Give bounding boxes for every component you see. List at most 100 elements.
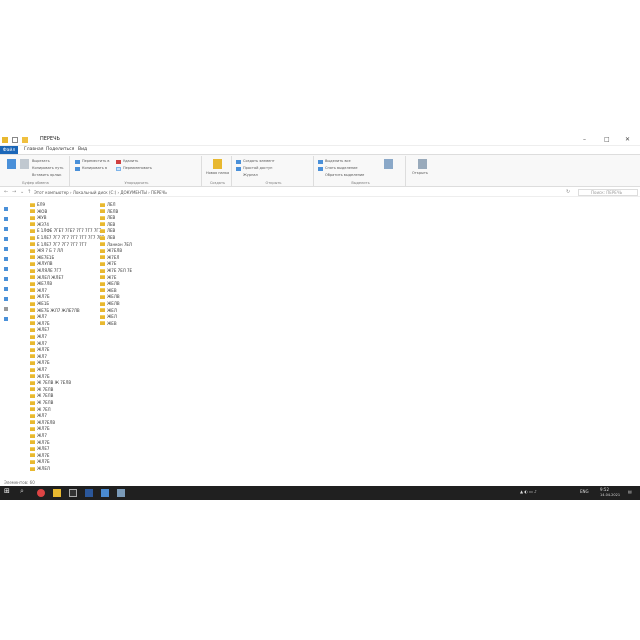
open-icon[interactable] <box>418 159 427 169</box>
app-icon[interactable] <box>101 489 109 497</box>
select-all-button[interactable]: Выделить все <box>325 159 351 163</box>
clock-date[interactable]: 14.04.2021 <box>600 493 620 497</box>
maximize-button[interactable]: □ <box>604 136 610 143</box>
minimize-button[interactable]: – <box>583 136 586 143</box>
tab-share[interactable]: Поделиться <box>46 147 74 152</box>
folder-name: ЛЕЛ <box>107 202 116 207</box>
delete-icon[interactable] <box>116 160 121 164</box>
notification-icon[interactable]: ▤ <box>628 489 632 494</box>
folder-icon <box>30 288 35 293</box>
rename-button[interactable]: Переименовать <box>123 166 152 170</box>
select-none-button[interactable]: Снять выделение <box>325 166 358 170</box>
folder-name: Ж7ЕЛВ <box>107 248 123 254</box>
folder-icon <box>30 255 35 260</box>
select-none-icon[interactable] <box>318 167 323 171</box>
select-all-icon[interactable] <box>318 160 323 164</box>
folder-icon <box>100 202 105 207</box>
copy-to-icon[interactable] <box>75 167 80 171</box>
copy-to-button[interactable]: Копировать в <box>82 166 107 170</box>
invert-selection-button[interactable]: Обратить выделение <box>325 173 364 177</box>
folder-name: ЖЛЯЛЕ 7Г7 <box>37 268 62 273</box>
folder-name: ЛЕЛВ <box>107 208 119 214</box>
nav-pictures[interactable] <box>4 266 10 271</box>
rename-icon[interactable] <box>116 167 121 171</box>
easy-access-button[interactable]: Простой доступ <box>243 166 272 170</box>
new-folder-button[interactable]: Новая папка <box>206 171 229 175</box>
open-button[interactable]: Открыть <box>412 171 428 175</box>
pin-icon[interactable] <box>7 159 16 169</box>
breadcrumb[interactable]: Этот компьютер › Локальный диск (C:) › Д… <box>34 190 167 195</box>
folder-icon <box>30 341 35 346</box>
recent-icon[interactable]: ⌄ <box>20 189 24 195</box>
folder-icon <box>2 137 8 143</box>
paste-shortcut-button[interactable]: Вставить ярлык <box>32 173 62 177</box>
explorer-icon[interactable] <box>53 489 61 497</box>
up-icon[interactable]: ↑ <box>27 189 31 195</box>
nav-this-pc[interactable] <box>4 226 10 231</box>
folder-name: ЖЛ7Б <box>37 294 50 300</box>
folder-name: Ж 7ЕЛВ Ж 7ЕЛВ <box>37 380 72 386</box>
refresh-icon[interactable]: ↻ <box>566 189 570 195</box>
history-button[interactable]: Журнал <box>243 173 258 177</box>
folder-name: ЖЕЛВ <box>107 301 120 306</box>
nav-videos[interactable] <box>4 236 10 241</box>
nav-downloads[interactable] <box>4 256 10 261</box>
language-indicator[interactable]: ENG <box>580 489 589 494</box>
new-item-icon[interactable] <box>236 160 241 164</box>
search-button[interactable]: ⌕ <box>20 487 28 495</box>
new-item-button[interactable]: Создать элемент <box>243 159 275 163</box>
nav-documents[interactable] <box>4 246 10 251</box>
nav-3d-objects[interactable] <box>4 286 10 291</box>
nav-desktop[interactable] <box>4 296 10 301</box>
folder-icon <box>30 446 35 451</box>
folder-icon <box>30 228 35 233</box>
app-icon[interactable] <box>117 489 125 497</box>
folder-name: ЖЯ 7 Б 7 ЛЛ <box>37 248 64 254</box>
easy-access-icon[interactable] <box>236 167 241 171</box>
folder-name: ЖЛ7 <box>37 314 47 320</box>
delete-button[interactable]: Удалить <box>123 159 138 163</box>
cut-button[interactable]: Вырезать <box>32 159 50 163</box>
move-to-button[interactable]: Переместить в <box>82 159 109 163</box>
nav-quick-access[interactable] <box>4 206 10 211</box>
clock-time[interactable]: 9:52 <box>600 487 609 492</box>
folder-name: ЖЛ7 <box>37 353 47 359</box>
terminal-icon[interactable] <box>69 489 77 497</box>
folder-icon <box>30 367 35 372</box>
nav-onedrive[interactable] <box>4 216 10 221</box>
folder-item[interactable]: ЖЛЕЛ <box>30 466 50 473</box>
properties-icon[interactable] <box>384 159 393 169</box>
new-folder-icon[interactable] <box>213 159 222 169</box>
back-icon[interactable]: ← <box>4 189 8 195</box>
tab-home[interactable]: Главная <box>24 147 43 152</box>
start-button[interactable]: ⊞ <box>4 487 12 495</box>
tray-icons[interactable]: ▲ ◐ ▭ ♪ <box>520 489 537 494</box>
folder-name: ЖЕЛ <box>107 314 117 320</box>
search-input[interactable]: Поиск: ПЕРЕЧЬ <box>578 189 638 196</box>
tab-file[interactable]: Файл <box>0 146 18 154</box>
nav-network[interactable] <box>4 316 10 321</box>
nav-music[interactable] <box>4 276 10 281</box>
properties-icon[interactable] <box>12 137 18 143</box>
new-folder-icon[interactable] <box>22 137 28 143</box>
move-to-icon[interactable] <box>75 160 80 164</box>
folder-icon <box>30 321 35 326</box>
forward-icon[interactable]: → <box>12 189 16 195</box>
folder-item[interactable]: ЖЕВ <box>100 321 117 328</box>
copy-path-button[interactable]: Копировать путь <box>32 166 63 170</box>
folder-icon <box>30 354 35 359</box>
group-clipboard: Вырезать Копировать путь Вставить ярлык … <box>2 156 70 186</box>
folder-name: Ланкон 7ЕЛ <box>107 241 132 247</box>
copy-icon[interactable] <box>20 159 29 169</box>
status-bar: Элементов: 60 <box>4 480 35 485</box>
folder-icon <box>100 209 105 214</box>
tab-view[interactable]: Вид <box>78 147 87 152</box>
music-icon <box>4 277 8 281</box>
folder-icon <box>30 347 35 352</box>
address-bar: ← → ⌄ ↑ Этот компьютер › Локальный диск … <box>0 188 640 197</box>
chrome-icon[interactable] <box>37 489 45 497</box>
close-button[interactable]: ✕ <box>625 136 630 143</box>
word-icon[interactable] <box>85 489 93 497</box>
folder-icon <box>100 248 105 253</box>
nav-local-disk[interactable] <box>4 306 10 311</box>
